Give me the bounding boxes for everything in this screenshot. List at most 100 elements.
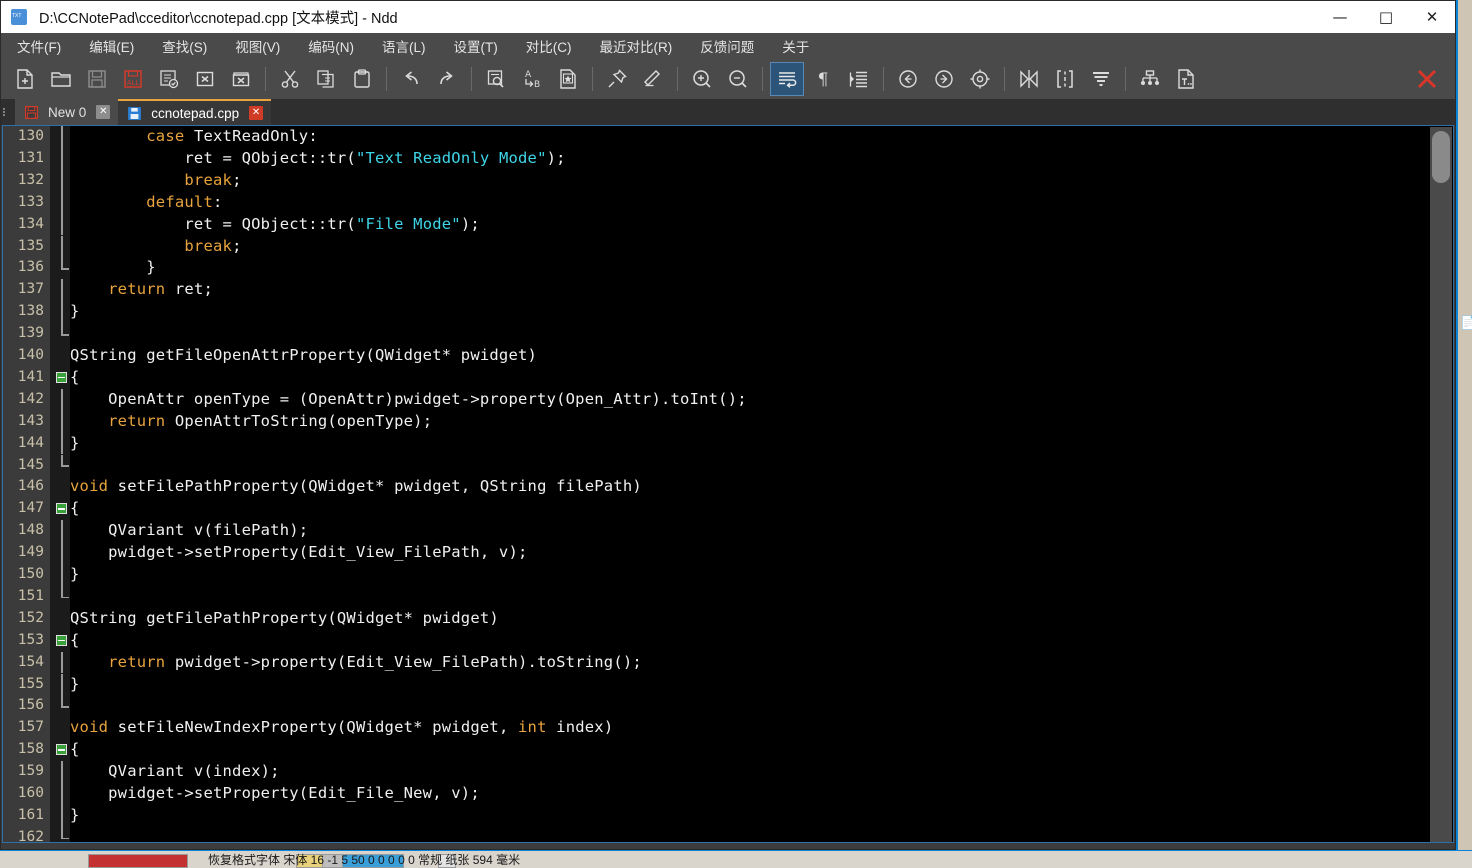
line-number: 131: [3, 148, 44, 170]
fold-collapse-icon[interactable]: [56, 635, 67, 646]
code-line[interactable]: pwidget->setProperty(Edit_View_FilePath,…: [70, 542, 528, 564]
code-line[interactable]: return pwidget->property(Edit_View_FileP…: [70, 652, 642, 674]
save-icon[interactable]: [80, 62, 114, 96]
close-document-button[interactable]: [1413, 65, 1441, 93]
save-all-icon[interactable]: ALL: [116, 62, 150, 96]
tab-close-icon[interactable]: ✕: [96, 105, 110, 119]
menu-view[interactable]: 视图(V): [233, 34, 282, 58]
menu-recent-compare[interactable]: 最近对比(R): [598, 34, 675, 58]
text-export-icon[interactable]: [1169, 62, 1203, 96]
cut-icon[interactable]: [273, 62, 307, 96]
code-line[interactable]: {: [70, 739, 80, 761]
close-file-icon[interactable]: [188, 62, 222, 96]
code-line[interactable]: }: [70, 674, 80, 696]
undo-icon[interactable]: [394, 62, 428, 96]
compare-icon[interactable]: [1012, 62, 1046, 96]
fold-end-marker: [61, 465, 69, 467]
code-line[interactable]: QString getFileOpenAttrProperty(QWidget*…: [70, 345, 537, 367]
nav-forward-icon[interactable]: [927, 62, 961, 96]
code-token: {: [70, 631, 80, 649]
redo-icon[interactable]: [430, 62, 464, 96]
status-line-ending[interactable]: Windows(CR LF): [1366, 848, 1456, 851]
code-editor[interactable]: 1301311321331341351361371381391401411421…: [2, 125, 1454, 843]
code-line[interactable]: }: [70, 564, 80, 586]
save-checked-icon[interactable]: [152, 62, 186, 96]
code-line[interactable]: {: [70, 367, 80, 389]
pilcrow-icon[interactable]: ¶: [806, 62, 840, 96]
code-line[interactable]: QString getFilePathProperty(QWidget* pwi…: [70, 608, 499, 630]
split-view-icon[interactable]: [1048, 62, 1082, 96]
code-line[interactable]: default:: [70, 192, 223, 214]
code-text-area[interactable]: case TextReadOnly: ret = QObject::tr("Te…: [70, 126, 1429, 842]
code-line[interactable]: }: [70, 257, 156, 279]
paste-icon[interactable]: [345, 62, 379, 96]
menu-bar: 文件(F) 编辑(E) 查找(S) 视图(V) 编码(N) 语言(L) 设置(T…: [1, 33, 1455, 59]
code-line[interactable]: void setFileNewIndexProperty(QWidget* pw…: [70, 717, 613, 739]
menu-search[interactable]: 查找(S): [160, 34, 209, 58]
close-all-files-icon[interactable]: [224, 62, 258, 96]
line-number-gutter: 1301311321331341351361371381391401411421…: [3, 126, 50, 842]
menu-about[interactable]: 关于: [780, 34, 811, 58]
code-line[interactable]: ret = QObject::tr("File Mode");: [70, 214, 480, 236]
code-line[interactable]: }: [70, 301, 80, 323]
fold-guide-line: [61, 783, 63, 805]
tab-close-icon[interactable]: ✕: [249, 106, 263, 120]
code-line[interactable]: break;: [70, 236, 242, 258]
replace-icon[interactable]: AB: [515, 62, 549, 96]
sort-icon[interactable]: [1084, 62, 1118, 96]
code-line[interactable]: ret = QObject::tr("Text ReadOnly Mode");: [70, 148, 566, 170]
code-token: case: [146, 127, 184, 145]
word-wrap-icon[interactable]: [770, 62, 804, 96]
tab-overflow-icon[interactable]: [1, 107, 13, 121]
zoom-out-icon[interactable]: [721, 62, 755, 96]
code-line[interactable]: return ret;: [70, 279, 213, 301]
title-bar[interactable]: D:\CCNotePad\cceditor\ccnotepad.cpp [文本模…: [1, 1, 1455, 33]
menu-edit[interactable]: 编辑(E): [87, 34, 136, 58]
bookmark-file-icon[interactable]: [551, 62, 585, 96]
tab-new-0[interactable]: New 0 ✕: [15, 99, 118, 125]
code-line[interactable]: OpenAttr openType = (OpenAttr)pwidget->p…: [70, 389, 747, 411]
code-line[interactable]: {: [70, 498, 80, 520]
nav-back-icon[interactable]: [891, 62, 925, 96]
code-line[interactable]: }: [70, 805, 80, 827]
pin-icon[interactable]: [600, 62, 634, 96]
fold-collapse-icon[interactable]: [56, 744, 67, 755]
tab-ccnotepad-cpp[interactable]: ccnotepad.cpp ✕: [118, 99, 271, 125]
menu-encoding[interactable]: 编码(N): [306, 34, 356, 58]
code-line[interactable]: pwidget->setProperty(Edit_File_New, v);: [70, 783, 480, 805]
code-token: index): [547, 718, 614, 736]
fold-collapse-icon[interactable]: [56, 503, 67, 514]
code-line[interactable]: break;: [70, 170, 242, 192]
menu-language[interactable]: 语言(L): [380, 34, 428, 58]
copy-icon[interactable]: [309, 62, 343, 96]
line-number: 141: [3, 367, 44, 389]
menu-settings[interactable]: 设置(T): [452, 34, 500, 58]
code-line[interactable]: {: [70, 630, 80, 652]
code-line[interactable]: return OpenAttrToString(openType);: [70, 411, 432, 433]
code-line[interactable]: void setFilePathProperty(QWidget* pwidge…: [70, 476, 642, 498]
new-file-icon[interactable]: [8, 62, 42, 96]
hierarchy-icon[interactable]: [1133, 62, 1167, 96]
indent-guide-icon[interactable]: [842, 62, 876, 96]
fold-margin[interactable]: [50, 126, 70, 842]
code-line[interactable]: QVariant v(filePath);: [70, 520, 308, 542]
editor-vertical-scrollbar[interactable]: [1430, 127, 1452, 843]
minimize-button[interactable]: —: [1317, 1, 1363, 33]
scrollbar-thumb[interactable]: [1432, 131, 1450, 183]
status-syntax[interactable]: 语法: cpp: [1010, 846, 1073, 851]
window-title: D:\CCNotePad\cceditor\ccnotepad.cpp [文本模…: [39, 7, 398, 28]
zoom-in-icon[interactable]: [685, 62, 719, 96]
code-line[interactable]: }: [70, 433, 80, 455]
locate-icon[interactable]: [963, 62, 997, 96]
find-icon[interactable]: [479, 62, 513, 96]
menu-compare[interactable]: 对比(C): [524, 34, 574, 58]
code-line[interactable]: case TextReadOnly:: [70, 126, 318, 148]
fold-collapse-icon[interactable]: [56, 372, 67, 383]
code-line[interactable]: QVariant v(index);: [70, 761, 280, 783]
open-folder-icon[interactable]: [44, 62, 78, 96]
menu-feedback[interactable]: 反馈问题: [698, 34, 756, 58]
eraser-icon[interactable]: [636, 62, 670, 96]
maximize-button[interactable]: □: [1363, 1, 1409, 33]
menu-file[interactable]: 文件(F): [15, 34, 63, 58]
close-button[interactable]: ✕: [1409, 1, 1455, 33]
